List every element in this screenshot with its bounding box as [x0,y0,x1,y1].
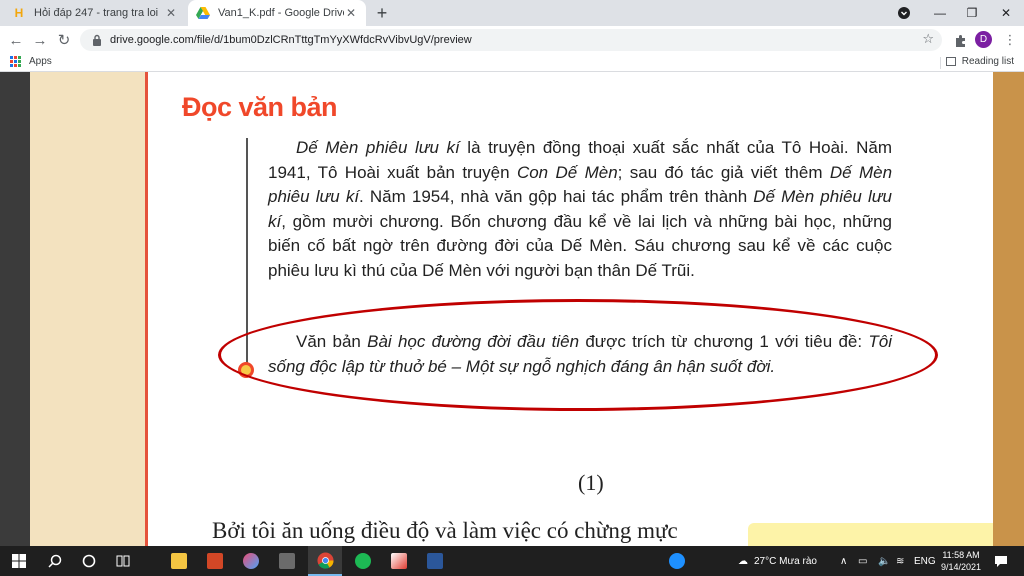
profile-avatar[interactable]: D [975,31,992,48]
page-edge-strip [993,72,1024,546]
windows-taskbar: ☁ 27°C Mưa rào ∧ ▭ 🔈 ≋ ENG 11:58 AM 9/14… [0,546,1024,576]
show-hidden-icons-chevron-icon[interactable]: ∧ [840,546,847,576]
help-icon[interactable] [660,546,694,576]
tab-hoidap[interactable]: H Hỏi đáp 247 - trang tra loi ✕ [4,0,186,26]
yellow-note-box [748,523,993,546]
reading-list-icon [945,57,956,66]
apps-shortcut[interactable]: Apps [10,56,52,67]
red-highlight-ellipse [218,299,938,411]
new-tab-button[interactable]: + [372,3,392,23]
title-italic: Dế Mèn phiêu lưu kí [296,138,460,157]
menu-kebab-icon[interactable]: ⋮ [1000,30,1020,50]
hoidap-favicon-icon: H [14,6,24,20]
section-heading: Đọc văn bản [182,92,338,122]
file-explorer-icon[interactable] [162,546,196,576]
system-clock[interactable]: 11:58 AM 9/14/2021 [936,549,986,573]
address-bar[interactable]: drive.google.com/file/d/1bum0DzlCRnTttgT… [80,29,942,51]
forward-arrow-icon[interactable]: → [30,30,50,50]
tab-search-icon[interactable] [888,0,920,26]
notifications-icon[interactable] [994,546,1008,576]
paint-app-icon[interactable] [382,546,416,576]
tab-title: Hỏi đáp 247 - trang tra loi [34,7,159,19]
tab-google-drive[interactable]: Van1_K.pdf - Google Drive ✕ [188,0,366,26]
back-arrow-icon[interactable]: ← [6,30,26,50]
paint-3d-icon[interactable] [234,546,268,576]
weather-widget[interactable]: ☁ 27°C Mưa rào [738,546,817,576]
spotify-icon[interactable] [346,546,380,576]
apps-grid-icon [10,56,21,67]
bookmarks-bar: Apps Reading list [0,54,1024,72]
bookmark-star-icon[interactable]: ☆ [922,31,934,47]
browser-toolbar: ← → ↻ drive.google.com/file/d/1bum0DzlCR… [0,26,1024,54]
search-icon[interactable] [38,546,72,576]
cortana-icon[interactable] [72,546,106,576]
reading-list-label: Reading list [961,56,1014,67]
text-run: ; sau đó tác giả viết thêm [617,162,830,182]
apps-label: Apps [29,56,52,67]
google-drive-favicon-icon [196,6,210,20]
tab-title: Van1_K.pdf - Google Drive [218,7,344,19]
tab-close-icon[interactable]: ✕ [344,6,358,20]
text-run: . Năm 1954, nhà văn gộp hai tác phẩm trê… [359,187,754,206]
window-close-icon[interactable]: ✕ [990,0,1022,26]
task-view-icon[interactable] [106,546,140,576]
powerpoint-icon[interactable] [198,546,232,576]
text-run: , gồm mười chương. Bốn chương đầu kể về … [268,211,892,280]
url-text: drive.google.com/file/d/1bum0DzlCRnTttgT… [110,34,472,46]
story-first-line: Bởi tôi ăn uống điều độ và làm việc có c… [212,518,678,543]
section-number: (1) [578,470,604,495]
bookmarks-separator [940,57,941,69]
title-italic: Con Dế Mèn [516,162,618,182]
wifi-icon[interactable]: ≋ [896,546,904,576]
tab-close-icon[interactable]: ✕ [164,6,178,20]
chrome-icon[interactable] [308,546,342,576]
quote-rule [246,138,248,363]
intro-paragraph: Dế Mèn phiêu lưu kí là truyện đồng thoại… [268,136,892,283]
input-language[interactable]: ENG [914,546,936,576]
minimize-icon[interactable]: — [924,0,956,26]
cloud-rain-icon: ☁ [738,555,748,567]
tab-strip: H Hỏi đáp 247 - trang tra loi ✕ Van1_K.p… [0,0,1024,26]
volume-icon[interactable]: 🔈 [878,546,890,576]
reading-list-button[interactable]: Reading list [945,56,1014,67]
clock-date: 9/14/2021 [940,562,982,572]
reload-icon[interactable]: ↻ [54,30,74,50]
clock-time: 11:58 AM [942,550,980,560]
extensions-puzzle-icon[interactable] [950,30,970,50]
battery-icon[interactable]: ▭ [858,546,867,576]
word-icon[interactable] [418,546,452,576]
restore-icon[interactable]: ❐ [956,0,988,26]
weather-text: 27°C Mưa rào [754,555,817,567]
calculator-icon[interactable] [270,546,304,576]
windows-start-icon[interactable] [2,546,36,576]
lock-icon [93,34,101,46]
